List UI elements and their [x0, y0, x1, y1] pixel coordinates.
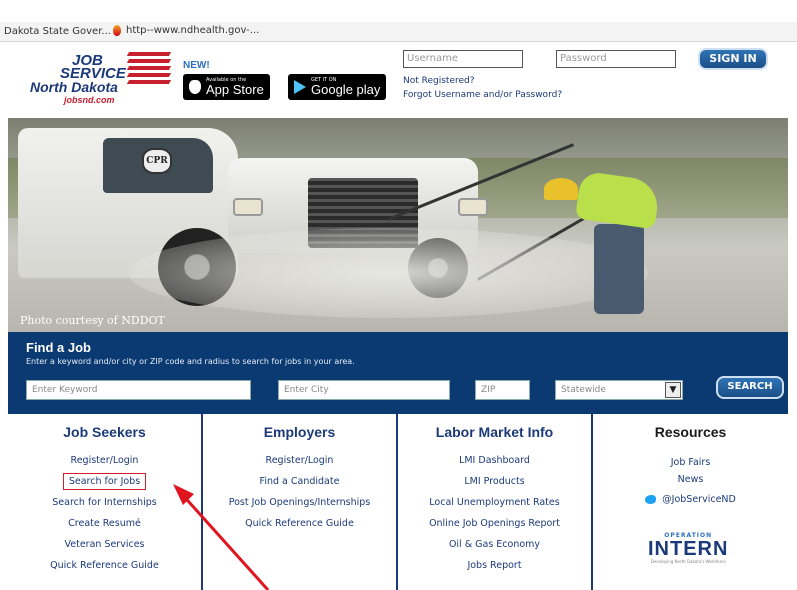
keyword-input[interactable]: Enter Keyword [26, 380, 251, 400]
logo-stripes-icon [126, 52, 172, 92]
site-header: JOB SERVICE North Dakota jobsnd.com NEW!… [8, 42, 788, 114]
google-play-big: Google play [311, 82, 381, 97]
forgot-credentials-link[interactable]: Forgot Username and/or Password? [403, 90, 562, 100]
post-openings-link[interactable]: Post Job Openings/Internships [229, 497, 371, 508]
emp-register-link[interactable]: Register/Login [266, 455, 334, 466]
job-seekers-title: Job Seekers [63, 424, 146, 440]
intern-big-label: INTERN [648, 538, 729, 560]
not-registered-link[interactable]: Not Registered? [403, 76, 475, 86]
password-input[interactable]: Password [556, 50, 676, 68]
app-store-big: App Store [206, 82, 264, 97]
link-columns: Job Seekers Register/Login Search for Jo… [8, 414, 788, 590]
lmi-dashboard-link[interactable]: LMI Dashboard [459, 455, 530, 466]
resources-column: Resources Job Fairs News @JobServiceND O… [593, 414, 788, 590]
job-seekers-column: Job Seekers Register/Login Search for Jo… [8, 414, 203, 590]
job-service-logo[interactable]: JOB SERVICE North Dakota jobsnd.com [30, 48, 180, 108]
twitter-handle: @JobServiceND [662, 494, 736, 505]
radius-value: Statewide [561, 385, 606, 395]
oil-gas-link[interactable]: Oil & Gas Economy [449, 539, 540, 550]
jobs-report-link[interactable]: Jobs Report [467, 560, 521, 571]
find-candidate-link[interactable]: Find a Candidate [260, 476, 340, 487]
google-play-button[interactable]: GET IT ON Google play [288, 74, 387, 100]
browser-tab-2-title: http--www.ndhealth.gov-... [126, 25, 260, 36]
find-a-job-subtitle: Enter a keyword and/or city or ZIP code … [26, 357, 355, 366]
browser-tab-1[interactable]: Dakota State Gover... [4, 26, 111, 37]
twitter-link[interactable]: @JobServiceND [645, 494, 736, 505]
hero-photo: CPR Photo courtesy of NDDOT [8, 118, 788, 332]
twitter-icon [645, 495, 657, 504]
new-label: NEW! [183, 60, 210, 71]
city-input[interactable]: Enter City [278, 380, 450, 400]
apple-icon [189, 80, 201, 94]
browser-tab-2[interactable]: http--www.ndhealth.gov-... [113, 25, 259, 36]
employers-title: Employers [263, 424, 336, 440]
intern-tagline: Developing North Dakota's Workforce [650, 559, 726, 564]
job-fairs-link[interactable]: Job Fairs [671, 457, 711, 468]
search-internships-link[interactable]: Search for Internships [52, 497, 156, 508]
chevron-down-icon[interactable]: ▼ [665, 382, 681, 398]
operation-intern-logo[interactable]: OPERATION INTERN Developing North Dakota… [648, 532, 728, 564]
lmi-products-link[interactable]: LMI Products [464, 476, 524, 487]
resources-title: Resources [654, 424, 727, 440]
favicon-icon [113, 25, 121, 36]
js-quick-guide-link[interactable]: Quick Reference Guide [50, 560, 159, 571]
logo-line-3: North Dakota [30, 79, 118, 95]
unemployment-rates-link[interactable]: Local Unemployment Rates [429, 497, 559, 508]
road-worker [538, 168, 668, 318]
create-resume-link[interactable]: Create Resumé [68, 518, 141, 529]
search-button[interactable]: SEARCH [716, 376, 784, 399]
labor-market-column: Labor Market Info LMI Dashboard LMI Prod… [398, 414, 593, 590]
username-input[interactable]: Username [403, 50, 523, 68]
browser-tab-strip: Dakota State Gover... http--www.ndhealth… [0, 22, 797, 42]
search-for-jobs-link[interactable]: Search for Jobs [62, 473, 147, 490]
truck-emblem: CPR [142, 148, 172, 174]
zip-input[interactable]: ZIP [475, 380, 530, 400]
employers-column: Employers Register/Login Find a Candidat… [203, 414, 398, 590]
app-store-button[interactable]: Available on the App Store [183, 74, 270, 100]
sign-in-button[interactable]: SIGN IN [698, 48, 768, 70]
labor-market-title: Labor Market Info [435, 424, 554, 440]
emp-quick-guide-link[interactable]: Quick Reference Guide [245, 518, 354, 529]
veteran-services-link[interactable]: Veteran Services [64, 539, 144, 550]
find-a-job-title: Find a Job [26, 340, 91, 355]
find-a-job-panel: Find a Job Enter a keyword and/or city o… [8, 332, 788, 414]
google-play-icon [294, 80, 306, 94]
job-openings-report-link[interactable]: Online Job Openings Report [429, 518, 560, 529]
photo-credit: Photo courtesy of NDDOT [20, 314, 165, 327]
js-register-link[interactable]: Register/Login [71, 455, 139, 466]
logo-line-4: jobsnd.com [64, 95, 115, 105]
news-link[interactable]: News [678, 474, 704, 485]
radius-select[interactable]: Statewide ▼ [555, 380, 683, 400]
